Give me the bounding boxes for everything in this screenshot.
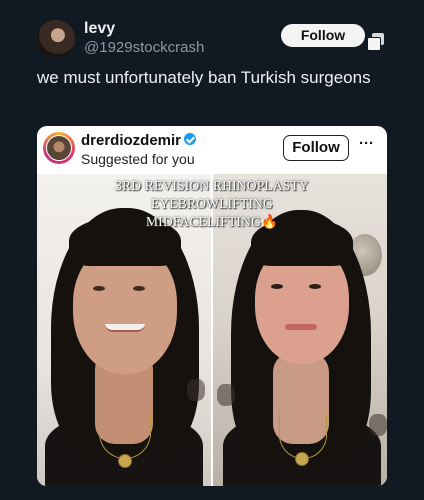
tweet: levy @1929stockcrash Follow we must unfo… [0, 0, 424, 500]
fire-icon: 🔥 [261, 214, 279, 229]
card-username[interactable]: drerdiozdemir [81, 132, 197, 149]
card-subtitle: Suggested for you [81, 151, 195, 167]
copy-icon[interactable] [366, 31, 386, 51]
card-username-text[interactable]: drerdiozdemir [81, 132, 181, 149]
author-handle[interactable]: @1929stockcrash [84, 39, 204, 56]
author-name[interactable]: levy [84, 20, 115, 38]
more-options-icon[interactable]: ··· [359, 135, 374, 152]
tweet-text: we must unfortunately ban Turkish surgeo… [37, 68, 371, 87]
overlay-line-1: 3RD REVISION RHINOPLASTY [115, 178, 309, 193]
overlay-line-3-text: MIDFACELIFTING [145, 214, 262, 229]
follow-button[interactable]: Follow [281, 24, 365, 47]
author-avatar[interactable] [37, 20, 75, 58]
embedded-post-card[interactable]: drerdiozdemir Suggested for you Follow ·… [37, 126, 387, 486]
overlay-line-2: EYEBROWLIFTING [150, 196, 274, 211]
overlay-line-3: MIDFACELIFTING🔥 [37, 214, 387, 230]
card-follow-button[interactable]: Follow [283, 135, 349, 161]
card-avatar[interactable] [43, 132, 75, 164]
verified-icon [184, 133, 197, 145]
